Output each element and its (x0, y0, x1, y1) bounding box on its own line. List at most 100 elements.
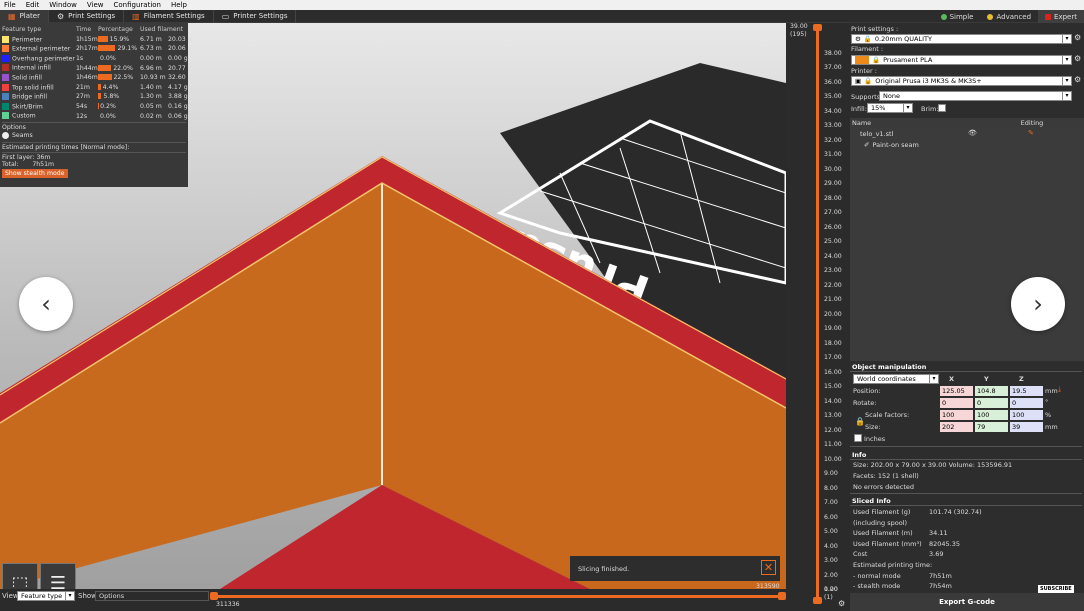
legend-row[interactable]: Internal infill 1h44m 22.0% 6.96 m 20.77 g (2, 63, 192, 73)
menu-edit[interactable]: Edit (26, 1, 40, 9)
bottom-bar: View Feature type ▾ Show Options 311336 3… (0, 583, 786, 611)
rotate-y-field[interactable]: 0 (975, 398, 1008, 408)
position-y-field[interactable]: 104.8 (975, 386, 1008, 396)
legend-row[interactable]: Top solid infill 21m 4.4% 1.40 m 4.17 g (2, 83, 188, 93)
supports-select[interactable]: None ▾ (879, 91, 1072, 101)
menu-window[interactable]: Window (49, 1, 77, 9)
filament-select[interactable]: 🔒 Prusament PLA ▾ (851, 55, 1072, 65)
rotate-x-field[interactable]: 0 (940, 398, 973, 408)
printer-gear-icon[interactable]: ⚙ (1074, 75, 1081, 84)
tab-printer-settings[interactable]: ▭ Printer Settings (214, 9, 297, 23)
legend-percentage: 0.0% (98, 55, 140, 62)
menu-view[interactable]: View (87, 1, 104, 9)
edit-icon[interactable]: ✎ (1028, 129, 1034, 137)
mode-advanced[interactable]: Advanced (980, 10, 1038, 23)
print-settings-select[interactable]: ⚙ 🔒 0.20mm QUALITY ▾ (851, 34, 1072, 44)
legend-time: 1s (76, 55, 84, 63)
mode-simple[interactable]: Simple (934, 10, 981, 23)
move-slider-track[interactable] (214, 595, 782, 598)
next-image-button[interactable]: › (1011, 277, 1065, 331)
filament-color-swatch[interactable] (855, 56, 869, 64)
layer-tick-label: 12.00 (824, 426, 842, 434)
position-z-field[interactable]: 19.5 (1010, 386, 1043, 396)
menu-configuration[interactable]: Configuration (114, 1, 161, 9)
show-stealth-mode-button[interactable]: Show stealth mode (2, 168, 68, 178)
position-x-field[interactable]: 125.05 (940, 386, 973, 396)
subitem-row[interactable]: ✐ Paint-on seam (864, 141, 919, 149)
seams-option[interactable]: Seams (2, 131, 186, 141)
printer-select[interactable]: ▣ 🔒 Original Prusa i3 MK3S & MK3S+ ▾ (851, 76, 1072, 86)
slider-settings-gear-icon[interactable]: ⚙ (838, 599, 845, 608)
upper-thumb[interactable] (813, 24, 822, 31)
tab-print-settings[interactable]: ⚙ Print Settings (49, 9, 125, 23)
legend-row[interactable]: Perimeter 1h15m 15.9% 6.71 m 20.03 g (2, 35, 192, 45)
drop-to-bed-icon[interactable]: ⤓ (1058, 385, 1061, 394)
legend-weight: 0.00 g (168, 55, 188, 63)
legend-feature: Bridge infill (2, 93, 76, 101)
mode-switcher: Simple Advanced Expert (934, 10, 1084, 23)
size-y-field[interactable]: 79 (975, 422, 1008, 432)
show-options-select[interactable]: Options (95, 591, 209, 601)
brim-checkbox[interactable] (938, 104, 946, 112)
layer-slider[interactable]: 39.00 (195) 38.00 37.00 36.00 35.00 34.00 33.0… (786, 23, 850, 611)
legend-row[interactable]: Solid infill 1h46m 22.5% 10.93 m 32.60 g (2, 73, 192, 83)
gear-icon: ⚙ (56, 11, 65, 21)
legend-percentage-bar (98, 74, 112, 81)
move-slider-left-thumb[interactable] (210, 592, 218, 600)
layer-tick-label: 21.00 (824, 296, 842, 303)
legend-row[interactable]: Skirt/Brim 54s 0.2% 0.05 m 0.16 g (2, 102, 188, 112)
infill-select[interactable]: 15% ▾ (867, 103, 913, 113)
legend-weight: 0.06 g (168, 112, 188, 120)
inches-checkbox[interactable] (854, 434, 862, 442)
menu-file[interactable]: File (4, 1, 16, 9)
layer-tick-label: 2.00 (824, 571, 838, 579)
printer-icon: ▭ (221, 11, 230, 21)
scale-y-field[interactable]: 100 (975, 410, 1008, 420)
legend-row[interactable]: Overhang perimeter 1s 0.0% 0.00 m 0.00 g (2, 54, 188, 64)
legend-row[interactable]: External perimeter 2h17m 29.1% 6.73 m 20.06 … (2, 44, 192, 54)
legend-color-swatch (2, 45, 9, 53)
scale-x-field[interactable]: 100 (940, 410, 973, 420)
filament-gear-icon[interactable]: ⚙ (1074, 54, 1081, 63)
close-notification-icon[interactable]: ✕ (761, 560, 776, 575)
print-settings-value: 0.20mm QUALITY (874, 35, 932, 43)
legend-feature-label: Bridge infill (12, 93, 48, 101)
size-z-field[interactable]: 39 (1010, 422, 1043, 432)
layer-tick-label: 15.00 (824, 383, 842, 390)
legend-feature-label: Custom (12, 112, 36, 120)
menu-help[interactable]: Help (171, 1, 187, 9)
coordinates-select[interactable]: World coordinates ▾ (853, 374, 939, 384)
tab-plater[interactable]: ▦ Plater (0, 9, 49, 23)
legend-length: 10.93 m (140, 74, 166, 82)
rotate-z-field[interactable]: 0 (1010, 398, 1043, 408)
chevron-left-icon: ‹ (41, 290, 51, 318)
legend-color-swatch (2, 74, 9, 82)
legend-row[interactable]: Custom 12s 0.0% 0.02 m 0.06 g (2, 111, 188, 121)
scale-z-field[interactable]: 100 (1010, 410, 1043, 420)
total-value: 7h51m (32, 160, 55, 168)
legend-row[interactable]: Bridge infill 27m 5.8% 1.30 m 3.88 g (2, 92, 188, 102)
preview-layers-icon[interactable]: ☰ (40, 563, 76, 589)
legend-percentage-value: 4.4% (102, 83, 119, 91)
move-right-value: 313590 (756, 583, 780, 590)
mode-expert[interactable]: Expert (1038, 10, 1084, 23)
size-x-field[interactable]: 202 (940, 422, 973, 432)
lock-icon[interactable]: 🔒 (855, 417, 865, 426)
layer-tick-label: 3.00 (824, 557, 838, 564)
3d-view-icon[interactable]: ⬚ (2, 563, 38, 589)
export-gcode-button[interactable]: Export G-code (850, 593, 1084, 611)
tab-filament-settings[interactable]: ▥ Filament Settings (124, 9, 214, 23)
inches-label: Inches (864, 435, 886, 443)
eye-icon[interactable]: 👁 (968, 129, 977, 137)
object-row[interactable]: telo_v1.stl (860, 130, 893, 138)
lower-thumb[interactable] (813, 597, 822, 604)
legend-feature: External perimeter (2, 45, 76, 53)
rotate-label: Rotate: (853, 399, 877, 407)
printer-value: Original Prusa i3 MK3S & MK3S+ (875, 77, 982, 85)
print-settings-gear-icon[interactable]: ⚙ (1074, 33, 1081, 42)
chevron-down-icon: ▾ (903, 104, 912, 112)
move-slider-right-thumb[interactable] (778, 592, 786, 600)
tab-filament-settings-label: Filament Settings (143, 12, 205, 20)
view-type-select[interactable]: Feature type ▾ (17, 591, 75, 601)
previous-image-button[interactable]: ‹ (19, 277, 73, 331)
